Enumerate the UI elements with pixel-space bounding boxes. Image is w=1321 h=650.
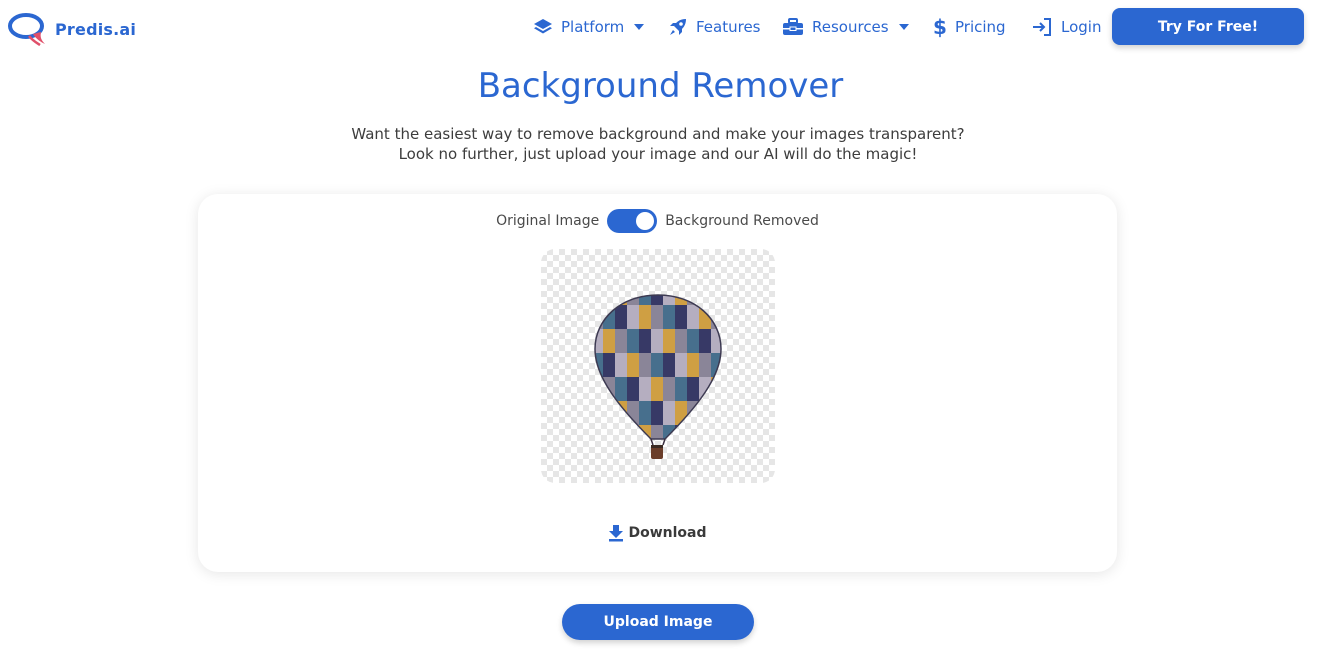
login-icon: [1033, 18, 1051, 36]
speech-bubble-logo-icon: [8, 13, 45, 46]
chevron-down-icon: [898, 24, 909, 30]
nav-features-label: Features: [696, 18, 761, 36]
download-icon: [609, 525, 624, 542]
download-button[interactable]: Download: [198, 524, 1117, 542]
nav-login[interactable]: Login: [1031, 17, 1101, 37]
nav-features[interactable]: Features: [668, 17, 761, 37]
page-title: Background Remover: [477, 66, 844, 106]
nav-pricing-label: Pricing: [955, 18, 1006, 36]
toggle-label-original: Original Image: [496, 213, 600, 229]
download-label: Download: [628, 525, 707, 541]
subtitle-line-2: Look no further, just upload your image …: [398, 145, 918, 163]
nav-pricing[interactable]: $ Pricing: [933, 16, 1006, 38]
toolbox-icon: [783, 18, 803, 35]
nav-resources[interactable]: Resources: [782, 18, 909, 36]
page-subtitle: Want the easiest way to remove backgroun…: [0, 124, 1316, 164]
view-toggle-row: Original Image Background Removed: [198, 209, 1117, 233]
logo-text: Predis.ai: [55, 19, 137, 39]
nav-platform-label: Platform: [561, 18, 625, 36]
nav-platform[interactable]: Platform: [533, 17, 645, 37]
layers-icon: [534, 19, 552, 34]
toggle-knob: [636, 212, 655, 230]
svg-text:$: $: [933, 16, 947, 38]
chevron-down-icon: [634, 24, 645, 30]
logo[interactable]: Predis.ai: [7, 12, 136, 46]
view-toggle-switch[interactable]: [607, 209, 658, 233]
hot-air-balloon-image: [594, 294, 722, 459]
result-card: Original Image Background Removed Downlo…: [198, 194, 1117, 572]
toggle-label-removed: Background Removed: [665, 213, 819, 229]
nav-resources-label: Resources: [812, 18, 889, 36]
subtitle-line-1: Want the easiest way to remove backgroun…: [351, 125, 965, 143]
dollar-icon: $: [933, 16, 947, 38]
result-image-preview: [541, 249, 775, 483]
rocket-icon: [670, 19, 686, 35]
try-for-free-button[interactable]: Try For Free!: [1112, 8, 1304, 45]
upload-image-button[interactable]: Upload Image: [562, 604, 754, 640]
nav-login-label: Login: [1061, 18, 1102, 36]
